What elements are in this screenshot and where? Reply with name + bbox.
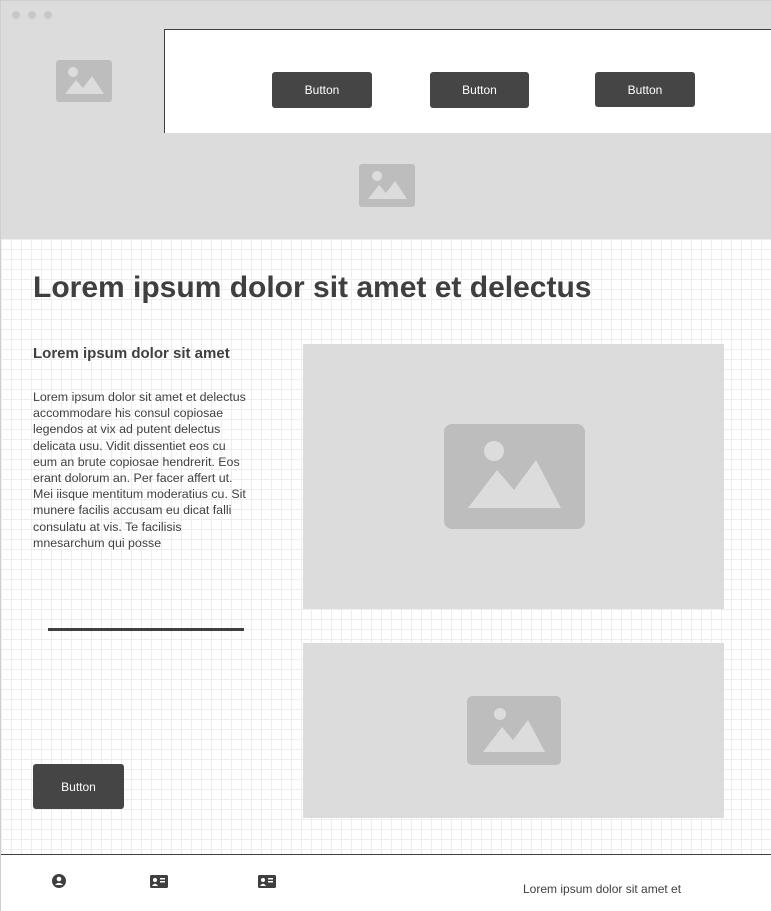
nav-button-1[interactable]: Button: [272, 72, 372, 108]
contact-card-icon[interactable]: [150, 875, 168, 888]
divider-line: [48, 628, 244, 631]
cta-button[interactable]: Button: [33, 764, 124, 809]
image-placeholder-icon: [359, 164, 415, 207]
section-subheading: Lorem ipsum dolor sit amet: [33, 345, 230, 362]
window-titlebar: [1, 1, 771, 29]
contact-card-icon[interactable]: [258, 875, 276, 888]
body-paragraph: Lorem ipsum dolor sit amet et delectus a…: [33, 390, 246, 550]
nav-button-3[interactable]: Button: [595, 72, 695, 107]
image-placeholder-icon: [56, 60, 112, 102]
image-placeholder-icon: [444, 424, 585, 529]
image-panel-top: [303, 344, 724, 609]
image-panel-bottom: [303, 643, 724, 818]
hero-banner: [1, 133, 771, 239]
main-content: Lorem ipsum dolor sit amet et delectus L…: [1, 239, 771, 854]
logo-placeholder[interactable]: [1, 29, 164, 133]
footer-text: Lorem ipsum dolor sit amet et: [523, 882, 682, 896]
user-circle-icon[interactable]: [52, 874, 66, 888]
window-control-dot[interactable]: [28, 11, 36, 19]
window-control-dot[interactable]: [12, 11, 20, 19]
page-footer: Lorem ipsum dolor sit amet et: [1, 854, 771, 911]
browser-window: Button Button Button Lorem ipsum dolor s…: [0, 0, 771, 911]
image-placeholder-icon: [467, 696, 561, 765]
page-headline: Lorem ipsum dolor sit amet et delectus: [33, 271, 592, 304]
top-navigation: Button Button Button: [164, 29, 771, 133]
window-control-dot[interactable]: [44, 11, 52, 19]
nav-button-2[interactable]: Button: [430, 72, 529, 108]
